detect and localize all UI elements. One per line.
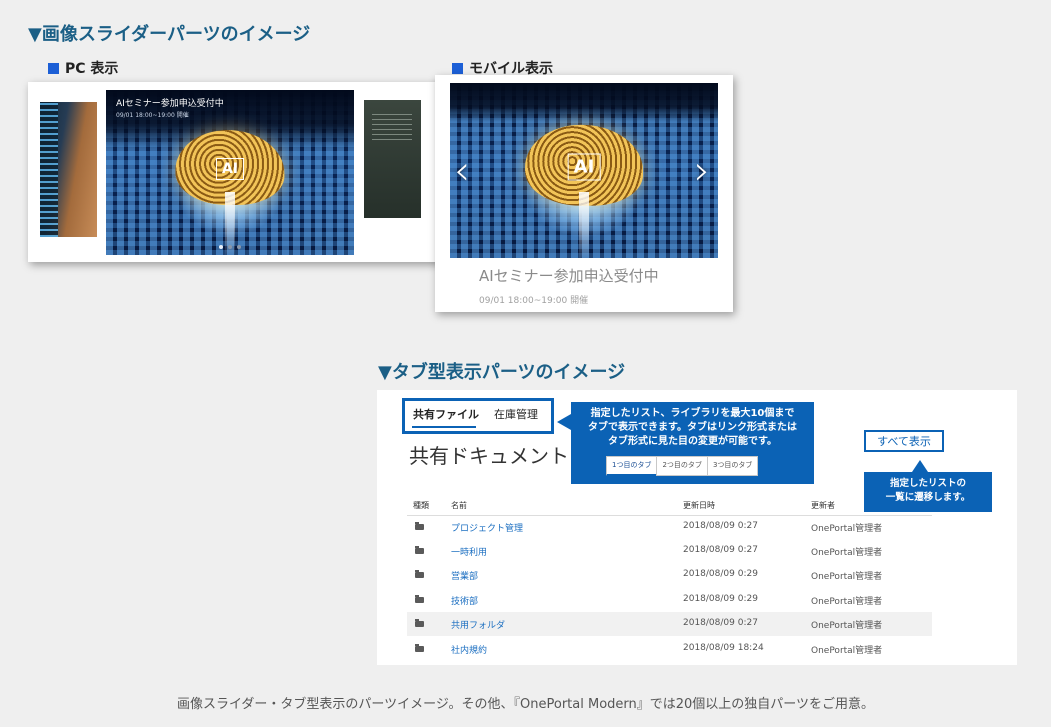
mini-tab-1[interactable]: 1つ目のタブ [606, 456, 658, 476]
mobile-main-slide[interactable]: AI ‹ › [450, 83, 718, 258]
folder-link[interactable]: 共用フォルダ [451, 618, 505, 631]
pc-slider: AI AIセミナー参加申込受付中 09/01 18:00~19:00 開催 [28, 82, 448, 262]
mini-tab-2[interactable]: 2つ目のタブ [656, 456, 708, 476]
document-library-title: 共有ドキュメント [409, 444, 569, 468]
folder-link[interactable]: 社内規約 [451, 643, 487, 656]
table-header: 種類 名前 更新日時 更新者 [407, 496, 932, 516]
pc-label: PC 表示 [48, 58, 118, 78]
table-row[interactable]: 技術部 2018/08/09 0:29 OnePortal管理者 [407, 588, 932, 612]
chevron-left-icon[interactable]: ‹ [454, 148, 470, 194]
active-tab-indicator [412, 426, 476, 428]
slider-section-heading: ▼画像スライダーパーツのイメージ [28, 24, 311, 45]
chevron-right-icon[interactable]: › [694, 148, 710, 194]
mini-tab-3[interactable]: 3つ目のタブ [706, 456, 759, 476]
pagination-dot[interactable] [237, 245, 241, 249]
mini-tab-sample: 1つ目のタブ 2つ目のタブ 3つ目のタブ [606, 456, 759, 476]
column-modified[interactable]: 更新日時 [683, 500, 715, 511]
square-bullet-icon [48, 62, 59, 74]
folder-link[interactable]: 一時利用 [451, 545, 487, 558]
folder-link[interactable]: プロジェクト管理 [451, 521, 523, 534]
ai-text-box: AI [215, 158, 245, 181]
pagination-dot[interactable] [219, 245, 223, 249]
mobile-slide-date: 09/01 18:00~19:00 開催 [479, 296, 589, 306]
folder-icon [415, 546, 424, 554]
ai-text-box: AI [567, 153, 601, 181]
table-row[interactable]: プロジェクト管理 2018/08/09 0:27 OnePortal管理者 [407, 515, 932, 539]
folder-icon [415, 619, 424, 627]
column-name[interactable]: 名前 [451, 500, 467, 511]
show-all-link[interactable]: すべて表示 [864, 430, 944, 452]
pc-slide-date: 09/01 18:00~19:00 開催 [116, 112, 189, 119]
table-row[interactable]: 共用フォルダ 2018/08/09 0:27 OnePortal管理者 [407, 612, 932, 636]
table-row[interactable]: 社内規約 2018/08/09 18:24 OnePortal管理者 [407, 637, 932, 661]
next-slide-thumbnail[interactable] [364, 100, 421, 218]
table-row[interactable]: 営業部 2018/08/09 0:29 OnePortal管理者 [407, 563, 932, 587]
footer-caption: 画像スライダー・タブ型表示のパーツイメージ。その他、『OnePortal Mod… [176, 697, 875, 712]
prev-slide-thumbnail[interactable] [40, 102, 97, 237]
folder-icon [415, 595, 424, 603]
tab-callout: 指定したリスト、ライブラリを最大10個まで タブで表示できます。タブはリンク形式… [557, 402, 814, 484]
folder-icon [415, 522, 424, 530]
table-row[interactable]: 一時利用 2018/08/09 0:27 OnePortal管理者 [407, 539, 932, 563]
column-modified-by[interactable]: 更新者 [811, 500, 835, 511]
pagination-dot[interactable] [228, 245, 232, 249]
tab-section-heading: ▼タブ型表示パーツのイメージ [378, 362, 626, 383]
tab-shared-files[interactable]: 共有ファイル [413, 406, 479, 422]
folder-icon [415, 570, 424, 578]
tab-inventory[interactable]: 在庫管理 [494, 406, 538, 422]
folder-link[interactable]: 技術部 [451, 594, 478, 607]
slider-pagination [219, 245, 241, 249]
mobile-slider: AI ‹ › AIセミナー参加申込受付中 09/01 18:00~19:00 開… [435, 75, 733, 312]
square-bullet-icon [452, 62, 463, 74]
folder-link[interactable]: 営業部 [451, 569, 478, 582]
mobile-slide-title: AIセミナー参加申込受付中 [479, 267, 659, 285]
ai-brain-image: AI [450, 83, 718, 258]
pc-main-slide[interactable]: AI AIセミナー参加申込受付中 09/01 18:00~19:00 開催 [106, 90, 354, 255]
folder-icon [415, 644, 424, 652]
column-kind[interactable]: 種類 [413, 500, 429, 511]
pc-slide-caption: AIセミナー参加申込受付中 [116, 99, 224, 109]
